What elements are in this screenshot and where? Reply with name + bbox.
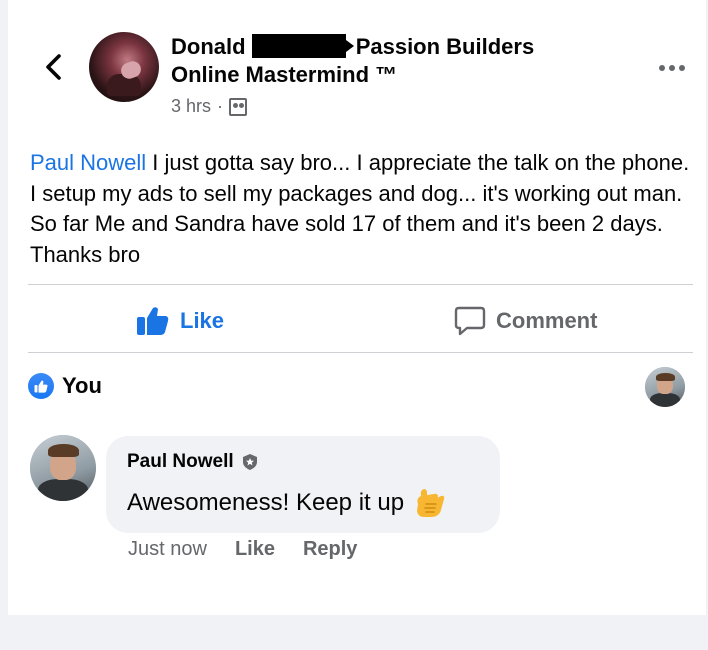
post-body: Paul Nowell I just gotta say bro... I ap… bbox=[30, 148, 694, 270]
like-button[interactable]: Like bbox=[136, 303, 224, 339]
post-meta: 3 hrs · bbox=[171, 96, 248, 117]
poster-name[interactable]: Donald bbox=[171, 34, 246, 59]
comment-timestamp[interactable]: Just now bbox=[128, 538, 207, 561]
meta-separator: · bbox=[217, 96, 224, 116]
chevron-left-icon bbox=[46, 54, 61, 80]
post-timestamp[interactable]: 3 hrs bbox=[171, 96, 211, 117]
comment-bubble[interactable]: Paul Nowell Awesomeness! Keep it up bbox=[106, 436, 500, 533]
like-label: Like bbox=[180, 308, 225, 333]
comment-label: Comment bbox=[496, 308, 598, 333]
comment-actions: Just now Like Reply bbox=[128, 538, 357, 561]
group-name-continued[interactable]: Online Mastermind ™ bbox=[171, 62, 397, 87]
reaction-names: You bbox=[62, 373, 102, 398]
more-options-button[interactable] bbox=[654, 56, 690, 80]
comment-reply-button[interactable]: Reply bbox=[303, 538, 357, 561]
comment-text-row: Awesomeness! Keep it up bbox=[127, 486, 446, 520]
admin-shield-icon bbox=[242, 454, 257, 470]
more-dot-icon bbox=[659, 65, 665, 71]
commenter-avatar[interactable] bbox=[30, 435, 96, 501]
more-dot-icon bbox=[669, 65, 675, 71]
redaction-bar bbox=[251, 34, 354, 58]
current-user-avatar[interactable] bbox=[645, 367, 685, 407]
post-header-title: Donald Passion Builders Online Mastermin… bbox=[171, 33, 611, 89]
mention-link[interactable]: Paul Nowell bbox=[30, 150, 146, 175]
commenter-name[interactable]: Paul Nowell bbox=[127, 451, 234, 473]
divider bbox=[28, 284, 693, 285]
group-name[interactable]: Passion Builders bbox=[356, 34, 535, 59]
more-dot-icon bbox=[679, 65, 685, 71]
like-reaction-icon bbox=[28, 373, 54, 399]
comment-bubble-icon bbox=[454, 306, 486, 336]
commenter-name-row: Paul Nowell bbox=[127, 451, 258, 473]
reactions-summary[interactable]: You bbox=[28, 373, 102, 399]
comment-button[interactable]: Comment bbox=[454, 303, 597, 339]
thumbs-up-icon bbox=[137, 307, 169, 335]
group-privacy-icon bbox=[229, 97, 248, 116]
comment-like-button[interactable]: Like bbox=[235, 538, 275, 561]
comment-text: Awesomeness! Keep it up bbox=[127, 489, 405, 516]
divider bbox=[28, 352, 693, 353]
post-card: Donald Passion Builders Online Mastermin… bbox=[8, 0, 706, 615]
poster-avatar[interactable] bbox=[89, 32, 159, 102]
back-button[interactable] bbox=[38, 50, 68, 84]
call-me-hand-emoji bbox=[412, 486, 446, 520]
